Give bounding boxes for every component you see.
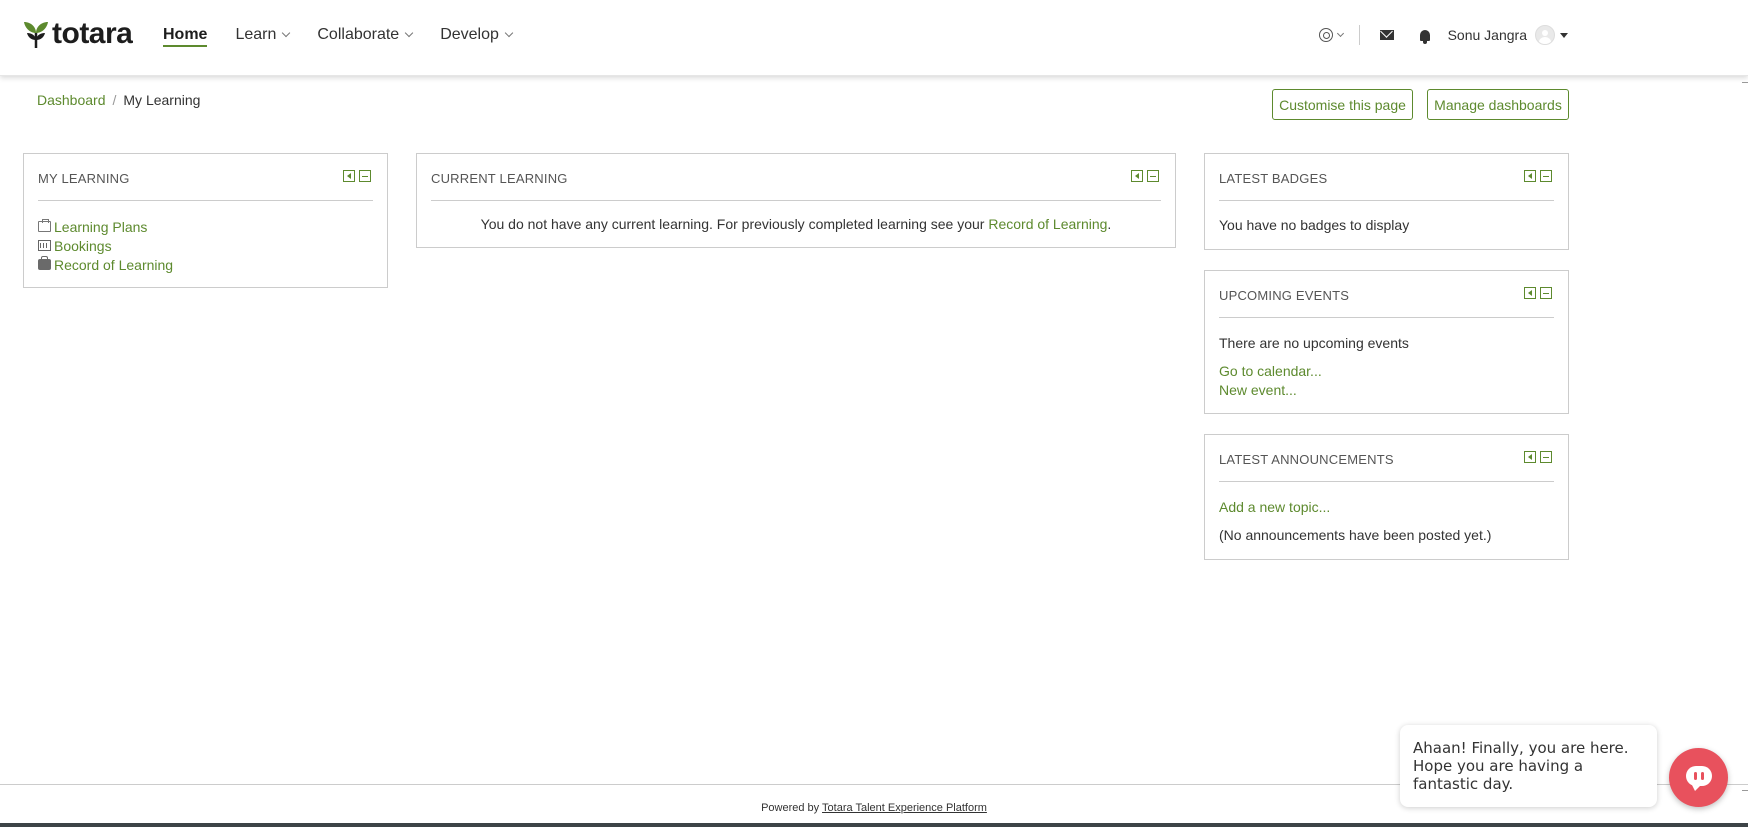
breadcrumb-separator: /: [112, 92, 117, 108]
nav-item-label: Develop: [440, 26, 499, 43]
record-of-learning-link[interactable]: Record of Learning: [988, 216, 1107, 232]
block-body: Add a new topic... (No announcements hav…: [1219, 499, 1554, 543]
gear-icon: [1318, 28, 1333, 42]
caret-down-icon: [1560, 32, 1568, 38]
list-item[interactable]: Record of Learning: [38, 255, 373, 274]
envelope-icon[interactable]: [1379, 30, 1394, 40]
bottom-bar: [0, 823, 1748, 827]
collapse-block-icon[interactable]: [1540, 170, 1552, 182]
new-event-link[interactable]: New event...: [1219, 382, 1554, 401]
block-controls: [1520, 451, 1552, 463]
collapse-block-icon[interactable]: [1147, 170, 1159, 182]
user-toolbar: Sonu Jangra: [1318, 20, 1568, 50]
leaf-logo-icon: [24, 22, 48, 48]
breadcrumb: Dashboard / My Learning: [37, 92, 200, 108]
block-title: LATEST BADGES: [1219, 171, 1328, 186]
nav-item-label: Home: [163, 26, 208, 43]
avatar: [1535, 25, 1555, 45]
block-body: There are no upcoming events Go to calen…: [1219, 335, 1554, 401]
block-body: You do not have any current learning. Fo…: [431, 216, 1161, 232]
bookings-link[interactable]: Bookings: [54, 238, 112, 254]
nav-item-home[interactable]: Home: [163, 0, 208, 70]
no-badges-message: You have no badges to display: [1219, 217, 1410, 233]
top-navbar: totara Home Learn Collaborate Develop So…: [0, 0, 1748, 76]
block-title: CURRENT LEARNING: [431, 171, 568, 186]
nav-item-develop[interactable]: Develop: [440, 0, 514, 70]
record-of-learning-link[interactable]: Record of Learning: [54, 257, 173, 273]
totara-logo[interactable]: totara: [22, 17, 133, 50]
chevron-down-icon: [1336, 29, 1344, 38]
message-suffix: .: [1107, 216, 1112, 232]
footer-prefix: Powered by: [761, 802, 820, 814]
dock-block-icon[interactable]: [343, 170, 355, 182]
add-new-topic-link[interactable]: Add a new topic...: [1219, 499, 1554, 527]
nav-item-learn[interactable]: Learn: [235, 0, 291, 70]
upcoming-events-block: UPCOMING EVENTS There are no upcoming ev…: [1204, 270, 1569, 414]
collapse-block-icon[interactable]: [1540, 287, 1552, 299]
current-learning-block: CURRENT LEARNING You do not have any cur…: [416, 153, 1176, 248]
block-controls: [1520, 170, 1552, 182]
latest-badges-block: LATEST BADGES You have no badges to disp…: [1204, 153, 1569, 250]
logo-text: totara: [52, 17, 133, 50]
block-title: UPCOMING EVENTS: [1219, 288, 1350, 303]
divider: [1358, 25, 1360, 45]
block-header: UPCOMING EVENTS: [1219, 271, 1554, 318]
dock-block-icon[interactable]: [1524, 170, 1536, 182]
block-controls: [1127, 170, 1159, 182]
chevron-down-icon: [504, 28, 514, 38]
totara-platform-link[interactable]: Totara Talent Experience Platform: [822, 802, 987, 814]
block-header: LATEST ANNOUNCEMENTS: [1219, 435, 1554, 482]
block-header: LATEST BADGES: [1219, 154, 1554, 201]
list-item[interactable]: Learning Plans: [38, 217, 373, 236]
briefcase-icon: [38, 219, 51, 232]
user-menu[interactable]: Sonu Jangra: [1448, 25, 1568, 45]
chat-greeting-bubble[interactable]: Ahaan! Finally, you are here. Hope you a…: [1400, 725, 1657, 807]
my-learning-block: MY LEARNING Learning Plans Bookings Reco…: [23, 153, 388, 288]
manage-dashboards-button[interactable]: Manage dashboards: [1427, 89, 1569, 120]
block-header: CURRENT LEARNING: [431, 154, 1161, 201]
customise-page-button[interactable]: Customise this page: [1272, 89, 1413, 120]
block-body: Learning Plans Bookings Record of Learni…: [38, 217, 373, 274]
bell-icon[interactable]: [1419, 29, 1430, 44]
block-controls: [339, 170, 371, 182]
breadcrumb-dashboard-link[interactable]: Dashboard: [37, 92, 106, 108]
go-to-calendar-link[interactable]: Go to calendar...: [1219, 363, 1554, 382]
chevron-down-icon: [404, 28, 414, 38]
main-nav: Home Learn Collaborate Develop: [163, 0, 540, 70]
block-header: MY LEARNING: [38, 154, 373, 201]
dock-block-icon[interactable]: [1524, 287, 1536, 299]
block-body: You have no badges to display: [1219, 217, 1554, 233]
learning-plans-link[interactable]: Learning Plans: [54, 219, 147, 235]
scrollbar-mark: [1742, 82, 1748, 83]
record-briefcase-icon: [38, 256, 51, 270]
scrollbar-mark: [1742, 790, 1748, 791]
no-current-learning-message: You do not have any current learning. Fo…: [480, 216, 985, 232]
collapse-block-icon[interactable]: [359, 170, 371, 182]
nav-item-collaborate[interactable]: Collaborate: [317, 0, 414, 70]
user-name: Sonu Jangra: [1447, 27, 1527, 43]
calendar-icon: [38, 240, 51, 251]
nav-item-label: Learn: [235, 26, 277, 43]
no-events-message: There are no upcoming events: [1219, 335, 1409, 351]
chevron-down-icon: [282, 28, 291, 38]
settings-menu[interactable]: [1318, 28, 1344, 42]
block-title: MY LEARNING: [38, 171, 130, 186]
no-announcements-message: (No announcements have been posted yet.): [1219, 527, 1492, 543]
dock-block-icon[interactable]: [1524, 451, 1536, 463]
list-item[interactable]: Bookings: [38, 236, 373, 255]
nav-item-label: Collaborate: [317, 26, 400, 43]
dock-block-icon[interactable]: [1131, 170, 1143, 182]
collapse-block-icon[interactable]: [1540, 451, 1552, 463]
breadcrumb-current: My Learning: [123, 92, 201, 108]
chat-icon: [1686, 766, 1712, 791]
block-title: LATEST ANNOUNCEMENTS: [1219, 452, 1394, 467]
chat-launcher-button[interactable]: [1669, 748, 1728, 807]
block-controls: [1520, 287, 1552, 299]
latest-announcements-block: LATEST ANNOUNCEMENTS Add a new topic... …: [1204, 434, 1569, 560]
